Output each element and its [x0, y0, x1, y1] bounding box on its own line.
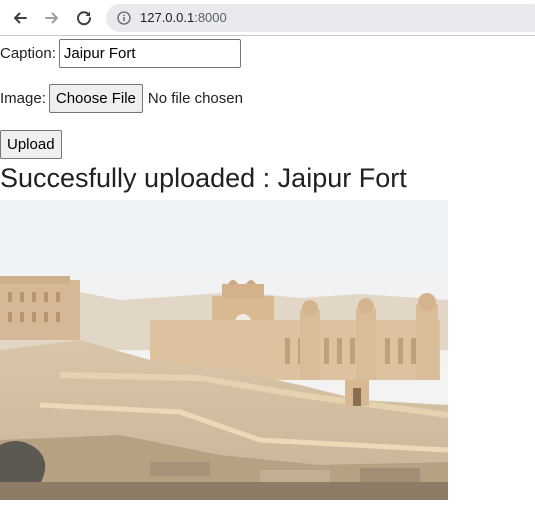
url-host: 127.0.0.1: [140, 10, 195, 25]
url-text: 127.0.0.1:8000: [140, 10, 227, 26]
fort-photo: [0, 200, 448, 500]
upload-button[interactable]: Upload: [0, 130, 62, 159]
caption-label: Caption:: [0, 44, 56, 62]
choose-file-button[interactable]: Choose File: [48, 83, 143, 113]
reload-button[interactable]: [72, 6, 96, 30]
back-button[interactable]: [8, 6, 32, 30]
browser-toolbar: 127.0.0.1:8000: [0, 0, 535, 36]
address-bar[interactable]: 127.0.0.1:8000: [106, 4, 535, 32]
forward-button[interactable]: [40, 6, 64, 30]
arrow-right-icon: [45, 12, 58, 24]
uploaded-image: [0, 200, 448, 500]
image-row: Image: Choose File No file chosen: [0, 83, 243, 113]
reload-icon: [77, 11, 92, 26]
page-content: Caption: Image: Choose File No file chos…: [0, 37, 535, 513]
arrow-left-icon: [14, 12, 27, 24]
caption-row: Caption:: [0, 38, 241, 68]
upload-success-heading: Succesfully uploaded : Jaipur Fort: [0, 163, 407, 193]
image-label: Image:: [0, 89, 46, 107]
no-file-text: No file chosen: [147, 89, 243, 107]
url-port: :8000: [194, 10, 227, 25]
info-icon[interactable]: [117, 11, 131, 25]
caption-input[interactable]: [58, 38, 241, 68]
